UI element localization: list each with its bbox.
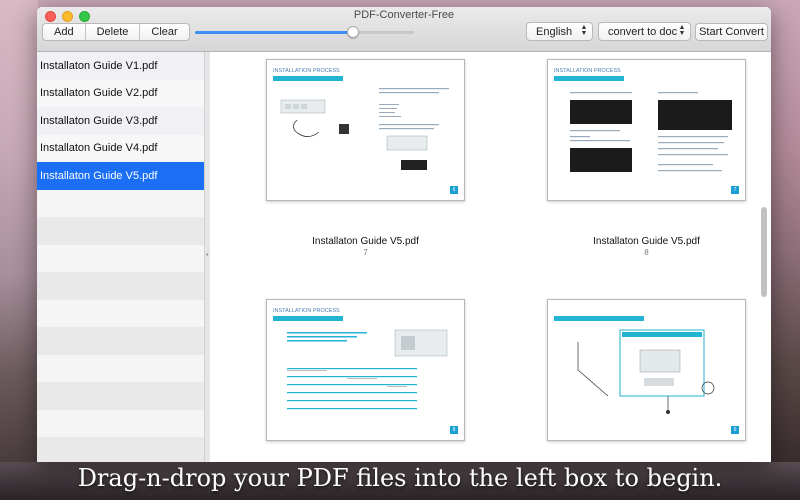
page-thumbnail[interactable]: INSTALLATION PROCESS 8: [266, 299, 465, 441]
zoom-slider[interactable]: [195, 26, 414, 38]
desktop-background-right: [770, 0, 800, 500]
file-list-item-selected[interactable]: Installaton Guide V5.pdf: [37, 162, 204, 190]
empty-row: [37, 299, 204, 327]
thumbnail-content: [577, 329, 715, 414]
empty-row: [37, 354, 204, 382]
file-list-item[interactable]: Installaton Guide V2.pdf: [37, 79, 204, 107]
page-thumbnail[interactable]: 9: [547, 299, 746, 441]
app-window: PDF-Converter-Free Add Delete Clear Engl…: [37, 7, 771, 462]
language-select[interactable]: English ▲ ▼: [526, 22, 593, 41]
page-caption-filename: Installaton Guide V5.pdf: [593, 236, 700, 247]
divider-handle-icon: •: [206, 252, 209, 259]
empty-row: [37, 189, 204, 217]
file-name: Installaton Guide V2.pdf: [40, 87, 158, 100]
page-caption: Installaton Guide V5.pdf 7: [266, 236, 465, 257]
page-number-badge: 6: [450, 186, 458, 194]
thumbnail-content: [287, 329, 448, 410]
page-caption-number: 7: [363, 248, 368, 257]
empty-row: [37, 327, 204, 355]
chevron-updown-icon: ▲ ▼: [580, 24, 588, 37]
page-thumbnail[interactable]: INSTALLATION PROCESS 7: [547, 59, 746, 201]
thumbnail-content: [280, 88, 449, 170]
page-caption-filename: Installaton Guide V5.pdf: [312, 236, 419, 247]
page-caption: Installaton Guide V5.pdf 8: [547, 236, 746, 257]
file-name: Installaton Guide V4.pdf: [40, 142, 158, 155]
thumbnail-content: [570, 92, 732, 172]
file-name: Installaton Guide V1.pdf: [40, 59, 158, 72]
page-number-badge: 8: [450, 426, 458, 434]
empty-row: [37, 382, 204, 410]
zoom-slider-fill: [195, 31, 353, 34]
empty-row: [37, 272, 204, 300]
empty-row: [37, 217, 204, 245]
page-thumbnail[interactable]: INSTALLATION PROCESS 6: [266, 59, 465, 201]
page-number-badge: 9: [731, 426, 739, 434]
zoom-slider-knob[interactable]: [347, 26, 359, 38]
file-list-item[interactable]: Installaton Guide V4.pdf: [37, 134, 204, 162]
file-actions-segment: Add Delete Clear: [42, 23, 190, 41]
file-name: Installaton Guide V5.pdf: [40, 169, 158, 182]
vertical-scrollbar[interactable]: [761, 207, 767, 297]
start-convert-button[interactable]: Start Convert: [695, 23, 768, 41]
mode-select[interactable]: convert to doc ▲ ▼: [598, 22, 691, 41]
delete-button[interactable]: Delete: [86, 24, 141, 40]
page-caption-number: 8: [644, 248, 649, 257]
page-preview-grid[interactable]: INSTALLATION PROCESS 6 Installaton Guide…: [210, 52, 771, 462]
window-title: PDF-Converter-Free: [353, 9, 455, 21]
empty-row: [37, 437, 204, 462]
instruction-banner: Drag-n-drop your PDF files into the left…: [77, 464, 723, 492]
add-button[interactable]: Add: [43, 24, 86, 40]
language-select-value: English: [536, 25, 573, 38]
file-list-item[interactable]: Installaton Guide V3.pdf: [37, 107, 204, 135]
clear-button[interactable]: Clear: [140, 24, 188, 40]
mode-select-value: convert to doc: [608, 25, 678, 38]
file-list[interactable]: Installaton Guide V1.pdf Installaton Gui…: [37, 52, 204, 462]
file-name: Installaton Guide V3.pdf: [40, 114, 158, 127]
page-number-badge: 7: [731, 186, 739, 194]
titlebar: PDF-Converter-Free Add Delete Clear Engl…: [37, 7, 771, 52]
file-list-item[interactable]: Installaton Guide V1.pdf: [37, 52, 204, 80]
empty-row: [37, 409, 204, 437]
chevron-updown-icon: ▲ ▼: [678, 24, 686, 37]
desktop-background-left: [0, 0, 38, 500]
empty-row: [37, 244, 204, 272]
